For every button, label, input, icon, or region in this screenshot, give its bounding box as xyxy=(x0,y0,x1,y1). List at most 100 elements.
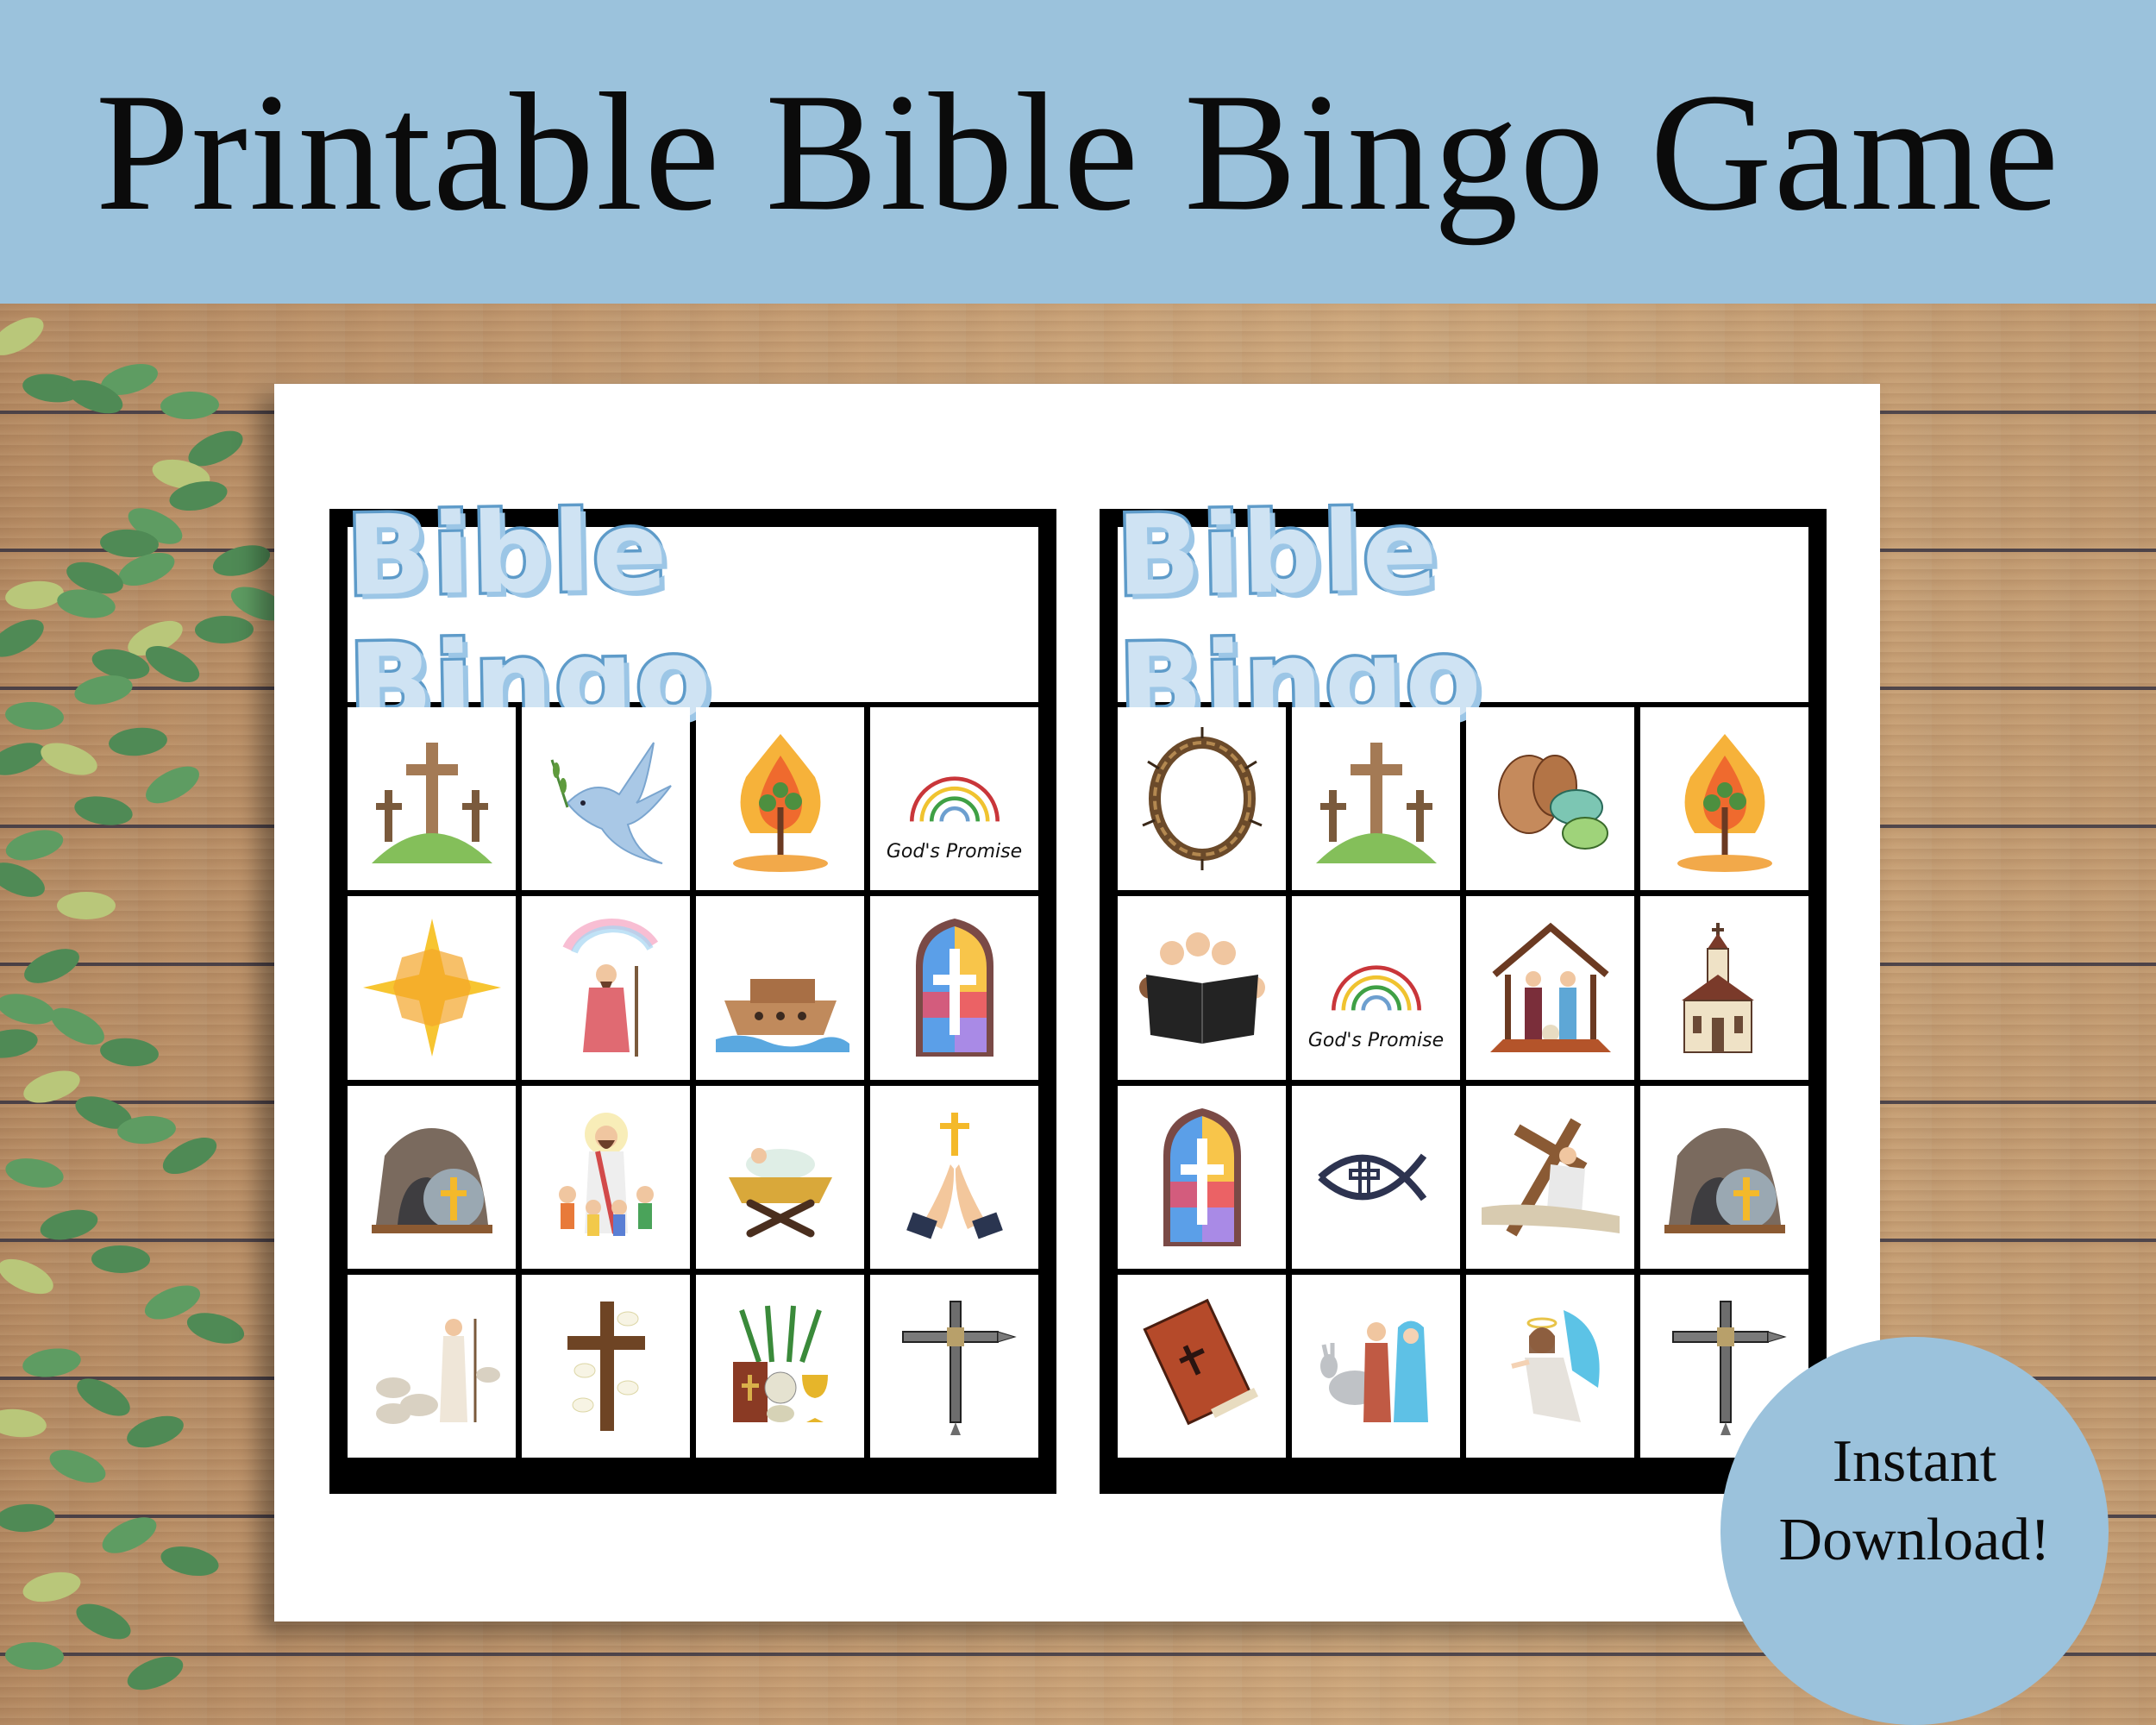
ivy-leaf xyxy=(41,743,97,775)
ivy-leaf xyxy=(160,1546,219,1576)
bingo-cell xyxy=(1466,707,1634,891)
burning-bush-icon xyxy=(1677,734,1772,873)
nail-cross-icon xyxy=(901,1300,1017,1435)
bingo-cell xyxy=(1466,1274,1634,1458)
ivy-leaf xyxy=(91,1245,150,1274)
bingo-cell xyxy=(1118,896,1286,1080)
bingo-cell xyxy=(870,1274,1038,1458)
stained-glass-cross-window-icon xyxy=(915,919,993,1057)
loaves-and-fishes-icon xyxy=(1497,755,1608,850)
ivy-leaf xyxy=(195,615,254,644)
ivy-leaf xyxy=(5,1158,64,1188)
shepherd-with-sheep-icon xyxy=(375,1318,500,1424)
bingo-cell: God's Promise xyxy=(870,707,1038,891)
bingo-card-header: Bible Bingo xyxy=(1112,483,1808,752)
bingo-cell xyxy=(1466,1085,1634,1269)
ivy-leaf xyxy=(0,862,45,897)
ichthys-fish-cross-icon xyxy=(1317,1153,1426,1201)
noahs-ark-icon xyxy=(715,979,849,1053)
ivy-leaf xyxy=(100,1038,159,1067)
bingo-cell xyxy=(1640,707,1808,891)
bible-book-icon xyxy=(1142,1298,1258,1426)
ivy-leaf xyxy=(49,1449,106,1484)
bingo-grid: God's Promise xyxy=(1118,707,1808,1458)
bingo-cell: God's Promise xyxy=(1292,896,1460,1080)
ivy-leaf xyxy=(212,545,271,576)
bingo-cell xyxy=(1466,896,1634,1080)
bingo-cell xyxy=(1118,1085,1286,1269)
bingo-cell xyxy=(696,707,864,891)
cell-caption: God's Promise xyxy=(886,840,1023,862)
three-crosses-on-hill-icon xyxy=(1315,743,1437,864)
bingo-cell xyxy=(1292,1274,1460,1458)
rainbow-icon xyxy=(909,776,1000,822)
ivy-leaf xyxy=(5,1641,64,1671)
ivy-leaf xyxy=(0,619,44,657)
instant-download-badge: Instant Download! xyxy=(1720,1337,2109,1725)
stained-glass-cross-window-icon xyxy=(1163,1107,1241,1246)
ivy-leaf xyxy=(186,1313,245,1344)
bingo-cell xyxy=(870,896,1038,1080)
ivy-leaf xyxy=(0,743,46,775)
children-reading-bible-icon xyxy=(1138,932,1265,1044)
ivy-leaf xyxy=(127,1656,184,1690)
bingo-card-2: Bible Bingo God's Promise xyxy=(1100,483,1827,1494)
ivy-leaf xyxy=(102,1517,157,1553)
praying-hands-cross-icon xyxy=(906,1112,1003,1239)
ivy-leaf xyxy=(57,892,116,919)
ivy-leaf xyxy=(160,391,219,420)
ivy-leaf xyxy=(74,796,133,825)
dove-with-olive-branch-icon xyxy=(550,742,672,865)
ivy-leaf xyxy=(24,949,79,983)
ivy-leaf xyxy=(0,1503,55,1533)
bingo-cell xyxy=(1292,1085,1460,1269)
bingo-cell xyxy=(348,896,516,1080)
ivy-leaf xyxy=(5,830,64,861)
ivy-leaf xyxy=(0,1029,38,1058)
ivy-leaf xyxy=(77,1378,130,1416)
bingo-card-header: Bible Bingo xyxy=(342,483,1038,752)
angel-icon xyxy=(1510,1309,1600,1422)
bingo-cell xyxy=(1640,896,1808,1080)
cell-caption: God's Promise xyxy=(1307,1029,1445,1051)
three-crosses-on-hill-icon xyxy=(371,743,492,864)
ivy-leaf xyxy=(0,1258,53,1295)
bingo-grid: God's Promise xyxy=(348,707,1038,1458)
cross-with-lilies-icon xyxy=(567,1301,645,1431)
ivy-leaf xyxy=(146,766,199,804)
bingo-cell xyxy=(348,1085,516,1269)
crown-of-thorns-icon xyxy=(1141,727,1263,871)
bingo-cell xyxy=(696,1085,864,1269)
rainbow-icon xyxy=(1331,965,1421,1011)
burning-bush-icon xyxy=(732,734,828,873)
mary-joseph-donkey-icon xyxy=(1319,1320,1428,1422)
bingo-cell xyxy=(870,1085,1038,1269)
bingo-cell xyxy=(348,707,516,891)
printable-sheet: Bible Bingo God's Promise Bible Bingo Go… xyxy=(274,384,1880,1622)
page-title: Printable Bible Bingo Game xyxy=(95,58,2061,246)
ivy-leaf xyxy=(76,1603,131,1640)
empty-tomb-icon xyxy=(1664,1127,1785,1233)
ivy-leaf xyxy=(0,1408,47,1438)
jesus-with-children-icon xyxy=(558,1112,654,1236)
ivy-leaf xyxy=(127,1415,184,1448)
bingo-cell xyxy=(522,1274,690,1458)
jesus-carrying-cross-icon xyxy=(1481,1118,1620,1237)
ivy-leaf xyxy=(40,1209,98,1240)
ivy-leaf xyxy=(51,1007,104,1045)
title-banner: Printable Bible Bingo Game xyxy=(0,0,2156,304)
bingo-cell xyxy=(696,1274,864,1458)
ivy-leaf xyxy=(109,727,167,756)
communion-bible-chalice-icon xyxy=(732,1305,828,1422)
baby-in-manger-icon xyxy=(728,1147,832,1238)
ivy-leaf xyxy=(23,1070,80,1103)
bingo-cell xyxy=(522,1085,690,1269)
bingo-card-1: Bible Bingo God's Promise xyxy=(329,483,1056,1494)
badge-line-1: Instant xyxy=(1832,1428,1997,1495)
ivy-leaf xyxy=(5,580,64,610)
bingo-cell xyxy=(1292,707,1460,891)
empty-tomb-icon xyxy=(371,1127,492,1233)
bingo-cell xyxy=(1118,1274,1286,1458)
church-icon xyxy=(1681,923,1754,1054)
ivy-leaf xyxy=(22,1571,81,1603)
